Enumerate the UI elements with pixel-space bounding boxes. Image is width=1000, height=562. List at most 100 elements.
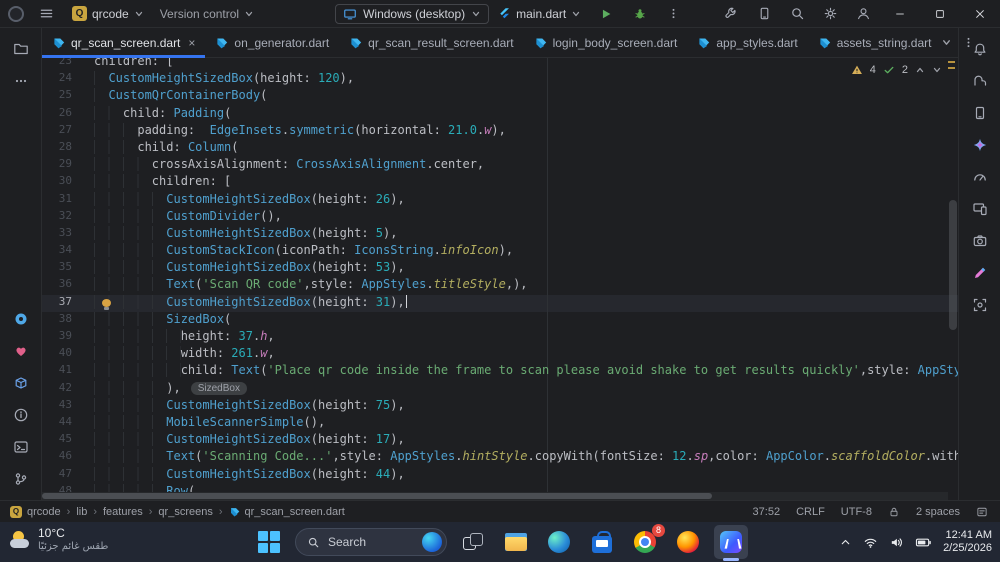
build-project-icon[interactable] [715, 2, 748, 25]
line-number[interactable]: 28 [42, 140, 86, 157]
caret-position[interactable]: 37:52 [753, 506, 781, 518]
project-widget[interactable]: Q qrcode [65, 3, 151, 24]
tab-qr_scan_screen.dart[interactable]: qr_scan_screen.dart× [42, 28, 205, 57]
device-selector[interactable]: Windows (desktop) [335, 4, 489, 24]
code-line-37[interactable]: 37 CustomHeightSizedBox(height: 31), [42, 295, 958, 312]
terminal-icon[interactable] [8, 434, 34, 460]
line-number[interactable]: 25 [42, 88, 86, 105]
main-menu-icon[interactable] [30, 2, 63, 25]
screenshot-icon[interactable] [967, 228, 993, 254]
breadcrumb-item[interactable]: qr_scan_screen.dart [229, 506, 345, 518]
vcs-widget[interactable]: Version control [153, 4, 261, 24]
code-text[interactable]: child: Text('Place qr code inside the fr… [86, 363, 958, 380]
line-number[interactable]: 24 [42, 71, 86, 88]
line-number[interactable]: 42 [42, 381, 86, 398]
taskbar-search[interactable]: Search [295, 528, 447, 556]
code-text[interactable]: width: 261.w, [86, 346, 275, 363]
code-line-38[interactable]: 38 SizedBox( [42, 312, 958, 329]
edge-button[interactable] [542, 525, 576, 559]
weather-widget[interactable]: 10°C طقس غائم جزئيًا [10, 526, 108, 554]
code-line-28[interactable]: 28 child: Column( [42, 140, 958, 157]
tab-qr_scan_result_screen.dart[interactable]: qr_scan_result_screen.dart [339, 28, 523, 57]
breadcrumb-item[interactable]: features [103, 506, 143, 518]
code-line-26[interactable]: 26 child: Padding( [42, 106, 958, 123]
code-line-35[interactable]: 35 CustomHeightSizedBox(height: 53), [42, 260, 958, 277]
line-number[interactable]: 31 [42, 192, 86, 209]
breadcrumb-item[interactable]: Qqrcode [10, 506, 61, 518]
code-text[interactable]: CustomHeightSizedBox(height: 17), [86, 432, 405, 449]
project-folder-icon[interactable] [8, 36, 34, 62]
code-line-33[interactable]: 33 CustomHeightSizedBox(height: 5), [42, 226, 958, 243]
code-line-45[interactable]: 45 CustomHeightSizedBox(height: 17), [42, 432, 958, 449]
code-line-41[interactable]: 41 child: Text('Place qr code inside the… [42, 363, 958, 380]
android-studio-button[interactable] [714, 525, 748, 559]
code-line-36[interactable]: 36 Text('Scan QR code',style: AppStyles.… [42, 277, 958, 294]
line-number[interactable]: 33 [42, 226, 86, 243]
flutter-performance-icon[interactable] [8, 338, 34, 364]
line-number[interactable]: 36 [42, 277, 86, 294]
code-line-34[interactable]: 34 CustomStackIcon(iconPath: IconsString… [42, 243, 958, 260]
start-button[interactable] [252, 525, 286, 559]
maximize-button[interactable] [920, 4, 960, 24]
code-text[interactable]: CustomQrContainerBody( [86, 88, 267, 105]
code-text[interactable]: CustomHeightSizedBox(height: 53), [86, 260, 405, 277]
code-text[interactable]: height: 37.h, [86, 329, 275, 346]
hidden-icons-chevron-icon[interactable] [839, 536, 852, 549]
line-number[interactable]: 30 [42, 174, 86, 191]
code-text[interactable]: CustomStackIcon(iconPath: IconsString.in… [86, 243, 513, 260]
horizontal-scrollbar[interactable] [42, 492, 948, 500]
line-number[interactable]: 37 [42, 295, 86, 312]
code-text[interactable]: CustomHeightSizedBox(height: 44), [86, 467, 405, 484]
line-number[interactable]: 23 [42, 58, 86, 71]
code-text[interactable]: children: [ [86, 174, 231, 191]
running-devices-icon[interactable] [967, 196, 993, 222]
pub-icon[interactable] [8, 370, 34, 396]
code-line-46[interactable]: 46 Text('Scanning Code...',style: AppSty… [42, 449, 958, 466]
code-line-43[interactable]: 43 CustomHeightSizedBox(height: 75), [42, 398, 958, 415]
tab-on_generator.dart[interactable]: on_generator.dart [205, 28, 339, 57]
profiler-icon[interactable] [967, 164, 993, 190]
battery-icon[interactable] [915, 535, 932, 550]
line-number[interactable]: 32 [42, 209, 86, 226]
code-text[interactable]: CustomDivider(), [86, 209, 282, 226]
code-text[interactable]: CustomHeightSizedBox(height: 5), [86, 226, 397, 243]
wifi-icon[interactable] [863, 535, 878, 550]
problems-icon[interactable] [8, 402, 34, 428]
code-text[interactable]: children: [ [86, 58, 173, 71]
line-number[interactable]: 39 [42, 329, 86, 346]
profile-icon[interactable] [847, 2, 880, 25]
code-text[interactable]: padding: EdgeInsets.symmetric(horizontal… [86, 123, 506, 140]
vertical-scrollbar[interactable] [949, 200, 957, 330]
prev-issue-icon[interactable] [915, 65, 925, 75]
ide-messages-icon[interactable] [976, 506, 988, 518]
code-text[interactable]: Text('Scanning Code...',style: AppStyles… [86, 449, 958, 466]
code-line-23[interactable]: 23children: [ [42, 58, 958, 71]
code-line-25[interactable]: 25 CustomQrContainerBody( [42, 88, 958, 105]
code-text[interactable]: CustomHeightSizedBox(height: 75), [86, 398, 405, 415]
run-configuration[interactable]: main.dart [491, 4, 588, 24]
code-line-27[interactable]: 27 padding: EdgeInsets.symmetric(horizon… [42, 123, 958, 140]
device-manager-icon[interactable] [967, 100, 993, 126]
code-text[interactable]: MobileScannerSimple(), [86, 415, 325, 432]
line-number[interactable]: 40 [42, 346, 86, 363]
gradle-icon[interactable] [967, 68, 993, 94]
code-text[interactable]: ),SizedBox [86, 381, 247, 398]
code-text[interactable]: child: Column( [86, 140, 239, 157]
tab-close-icon[interactable]: × [188, 36, 195, 50]
line-number[interactable]: 29 [42, 157, 86, 174]
horizontal-scrollbar-thumb[interactable] [42, 493, 712, 499]
file-encoding[interactable]: UTF-8 [841, 506, 872, 518]
search-everywhere-icon[interactable] [781, 2, 814, 25]
line-number[interactable]: 45 [42, 432, 86, 449]
line-number[interactable]: 41 [42, 363, 86, 380]
volume-icon[interactable] [889, 535, 904, 550]
line-separator[interactable]: CRLF [796, 506, 825, 518]
code-text[interactable]: child: Padding( [86, 106, 231, 123]
tab-app_styles.dart[interactable]: app_styles.dart [687, 28, 807, 57]
assistant-icon[interactable] [967, 260, 993, 286]
firefox-button[interactable] [671, 525, 705, 559]
code-line-29[interactable]: 29 crossAxisAlignment: CrossAxisAlignmen… [42, 157, 958, 174]
more-actions-icon[interactable] [658, 3, 689, 24]
code-text[interactable]: CustomHeightSizedBox(height: 31), [86, 295, 407, 312]
file-explorer-button[interactable] [499, 525, 533, 559]
